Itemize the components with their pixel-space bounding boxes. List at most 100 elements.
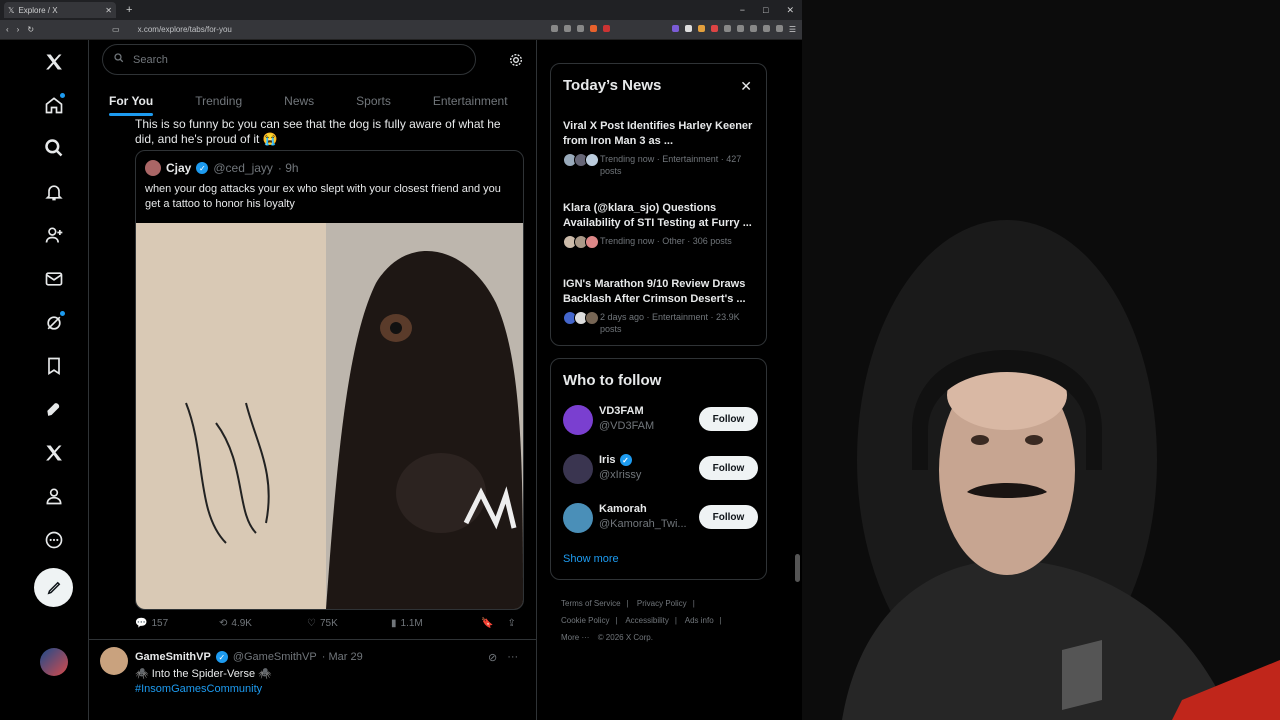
news-meta: 2 days ago · Entertainment · 23.9K posts (563, 311, 758, 335)
extension-icon[interactable] (723, 25, 731, 32)
avatar[interactable] (100, 647, 128, 675)
verified-badge-icon: ✓ (619, 454, 632, 466)
repost-button[interactable]: ⟲ 4.9K (219, 618, 307, 629)
follow-button[interactable]: Follow (699, 456, 758, 480)
extension-icon[interactable] (684, 25, 692, 32)
author-handle[interactable]: @GameSmithVP (233, 651, 317, 663)
avatar[interactable] (145, 160, 161, 176)
follow-suggestion[interactable]: Iris ✓ @xIrissy Follow (563, 452, 758, 484)
search-input[interactable] (131, 52, 435, 67)
user-name[interactable]: Kamorah (599, 503, 647, 515)
messages-icon[interactable] (41, 266, 67, 292)
follow-suggestion[interactable]: Kamorah @Kamorah_Twi... Follow (563, 501, 758, 533)
news-item[interactable]: Viral X Post Identifies Harley Keener fr… (563, 119, 758, 177)
scrollbar-thumb[interactable] (795, 554, 800, 582)
more-options-icon[interactable]: ··· (507, 651, 518, 664)
tab-trending[interactable]: Trending (174, 86, 263, 116)
bookmarks-icon[interactable] (41, 353, 67, 379)
more-link[interactable]: More ··· (561, 633, 589, 642)
follow-button[interactable]: Follow (699, 407, 758, 431)
url-field[interactable]: x.com/explore/tabs/for-you (138, 25, 232, 34)
news-item[interactable]: Klara (@klara_sjo) Questions Availabilit… (563, 201, 758, 249)
extension-icon[interactable] (671, 25, 679, 32)
avatar[interactable] (563, 503, 593, 533)
privacy-link[interactable]: Privacy Policy (637, 599, 687, 608)
tab-news[interactable]: News (263, 86, 335, 116)
compose-post-button[interactable] (34, 568, 73, 607)
accessibility-link[interactable]: Accessibility (625, 616, 669, 625)
extension-icon[interactable] (710, 25, 718, 32)
like-button[interactable]: ♡ 75K (307, 618, 391, 629)
profile-icon[interactable] (41, 483, 67, 509)
author-name[interactable]: GameSmithVP (135, 651, 211, 663)
tab-for-you[interactable]: For You (88, 86, 174, 116)
tab-close-icon[interactable]: ✕ (105, 6, 112, 15)
news-item[interactable]: IGN's Marathon 9/10 Review Draws Backlas… (563, 277, 758, 335)
jobs-icon[interactable] (41, 397, 67, 423)
zoom-icon[interactable] (563, 25, 571, 32)
vpn-icon[interactable] (775, 25, 783, 32)
quoted-post[interactable]: Cjay ✓ @ced_jayy · 9h when your dog atta… (135, 150, 524, 610)
search-box[interactable] (102, 44, 476, 75)
user-name[interactable]: VD3FAM (599, 405, 644, 417)
avatar[interactable] (563, 405, 593, 435)
views-button[interactable]: ▮ 1.1M (391, 618, 481, 629)
grok-icon[interactable] (41, 310, 67, 336)
home-icon[interactable] (41, 92, 67, 118)
tab-entertainment[interactable]: Entertainment (412, 86, 529, 116)
quoted-post-text: when your dog attacks your ex who slept … (145, 183, 501, 210)
avatar[interactable] (563, 454, 593, 484)
ads-info-link[interactable]: Ads info (685, 616, 714, 625)
footer-separator: | (615, 616, 618, 625)
copyright: © 2026 X Corp. (597, 633, 653, 642)
forward-icon[interactable]: › (17, 25, 20, 34)
webcam-overlay (802, 0, 1280, 720)
close-icon[interactable]: ✕ (740, 78, 752, 95)
menu-icon[interactable]: ☰ (789, 25, 796, 34)
back-icon[interactable]: ‹ (6, 25, 9, 34)
minimize-button[interactable]: − (740, 5, 745, 16)
x-logo-icon[interactable] (41, 49, 67, 75)
sidebar-icon[interactable] (749, 25, 757, 32)
extension-icon[interactable] (697, 25, 705, 32)
user-name-row[interactable]: Iris ✓ (599, 454, 632, 466)
reply-button[interactable]: 💬 157 (135, 618, 219, 629)
follow-suggestion[interactable]: VD3FAM @VD3FAM Follow (563, 403, 758, 435)
hashtag-link[interactable]: #InsomGamesCommunity (135, 683, 262, 695)
show-more-link[interactable]: Show more (563, 553, 619, 565)
close-window-button[interactable]: ✕ (786, 5, 794, 16)
follow-button[interactable]: Follow (699, 505, 758, 529)
premium-x-icon[interactable] (41, 440, 67, 466)
bookmark-icon[interactable]: 🔖 (481, 618, 493, 629)
tab-sports[interactable]: Sports (335, 86, 412, 116)
cast-icon[interactable] (550, 25, 558, 32)
avatar-stack (563, 235, 599, 249)
page-scrollbar[interactable] (795, 42, 801, 694)
post-header: GameSmithVP ✓ @GameSmithVP · Mar 29 (135, 651, 363, 663)
post-time: · 9h (277, 161, 299, 175)
share-icon[interactable]: ⇪ (507, 618, 515, 629)
more-icon[interactable] (41, 527, 67, 553)
terms-link[interactable]: Terms of Service (561, 599, 621, 608)
author-handle[interactable]: @ced_jayy (213, 161, 273, 175)
new-tab-button[interactable]: + (126, 4, 132, 16)
account-avatar[interactable] (40, 648, 68, 676)
explore-icon[interactable] (41, 135, 67, 161)
share-icon[interactable] (576, 25, 584, 32)
cookie-link[interactable]: Cookie Policy (561, 616, 609, 625)
reload-icon[interactable]: ↻ (27, 25, 34, 34)
author-name[interactable]: Cjay (166, 161, 191, 175)
communities-icon[interactable] (41, 222, 67, 248)
maximize-button[interactable]: □ (763, 5, 768, 16)
browser-window: 𝕏 Explore / X ✕ + − □ ✕ ‹ › ↻ ▭ x.com/ex… (0, 0, 802, 720)
notifications-icon[interactable] (41, 179, 67, 205)
grok-icon[interactable]: ⊘ (488, 651, 497, 664)
settings-gear-icon[interactable] (508, 52, 524, 73)
browser-tab[interactable]: 𝕏 Explore / X ✕ (4, 2, 116, 18)
rewards-icon[interactable] (602, 25, 610, 32)
post-image[interactable] (136, 223, 523, 609)
brave-shield-icon[interactable] (589, 25, 597, 32)
bookmark-page-icon[interactable]: ▭ (112, 25, 120, 34)
extension-icon[interactable] (736, 25, 744, 32)
wallet-icon[interactable] (762, 25, 770, 32)
